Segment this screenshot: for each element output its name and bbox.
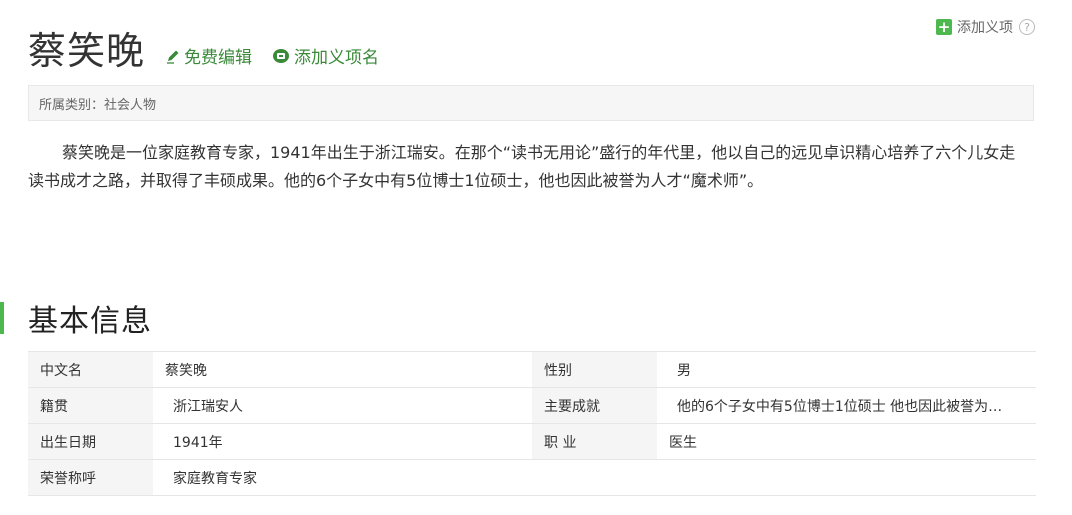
section-header: 基本信息 — [0, 298, 152, 339]
info-value: 男 — [677, 362, 691, 379]
section-title: 基本信息 — [28, 304, 152, 339]
category-bar: 所属类别： 社会人物 — [28, 85, 1034, 121]
pencil-icon — [167, 50, 179, 64]
summary-paragraph: 蔡笑晚是一位家庭教育专家，1941年出生于浙江瑞安。在那个“读书无用论”盛行的年… — [28, 143, 1016, 190]
add-name-icon — [273, 48, 290, 63]
category-link[interactable]: 社会人物 — [104, 94, 156, 113]
title-row: 蔡笑晚 免费编辑 添加义项名 — [28, 28, 379, 74]
info-cell: 中文名 蔡笑晚 — [28, 352, 532, 388]
add-name-label: 添加义项名 — [294, 48, 380, 68]
info-label: 主要成就 — [532, 388, 657, 423]
page-title: 蔡笑晚 — [28, 29, 146, 73]
info-cell: 荣誉称呼 家庭教育专家 — [28, 460, 532, 496]
info-value: 医生 — [669, 434, 697, 451]
plus-icon: + — [936, 18, 952, 36]
info-cell: 主要成就 他的6个子女中有5位博士1位硕士 他也因此被誉为… — [532, 388, 1036, 424]
info-value: 1941年 — [173, 434, 223, 451]
info-cell: 籍贯 浙江瑞安人 — [28, 388, 532, 424]
info-label: 出生日期 — [28, 424, 153, 459]
info-value: 他的6个子女中有5位博士1位硕士 他也因此被誉为… — [677, 398, 1003, 415]
info-cell-empty — [532, 460, 1036, 496]
help-icon[interactable]: ? — [1019, 19, 1035, 35]
edit-link[interactable]: 免费编辑 — [165, 43, 252, 68]
edit-link-label: 免费编辑 — [184, 48, 253, 68]
info-cell: 职 业 医生 — [532, 424, 1036, 460]
info-row: 出生日期 1941年 职 业 医生 — [28, 424, 1036, 460]
add-entry-button[interactable]: + 添加义项 ? — [936, 17, 1035, 37]
add-name-link[interactable]: 添加义项名 — [272, 43, 379, 68]
info-value: 家庭教育专家 — [173, 470, 257, 487]
info-value: 浙江瑞安人 — [173, 398, 243, 415]
info-value: 蔡笑晚 — [165, 362, 207, 379]
info-label: 职 业 — [532, 424, 657, 459]
category-label: 所属类别： — [39, 97, 105, 113]
info-label: 荣誉称呼 — [28, 460, 153, 495]
section-accent-bar — [0, 302, 4, 334]
info-label: 中文名 — [28, 352, 153, 387]
info-row: 荣誉称呼 家庭教育专家 — [28, 460, 1036, 496]
add-entry-label: 添加义项 — [957, 20, 1013, 36]
info-row: 籍贯 浙江瑞安人 主要成就 他的6个子女中有5位博士1位硕士 他也因此被誉为… — [28, 388, 1036, 424]
info-cell: 出生日期 1941年 — [28, 424, 532, 460]
info-label: 籍贯 — [28, 388, 153, 423]
info-row: 中文名 蔡笑晚 性别 男 — [28, 352, 1036, 388]
info-cell: 性别 男 — [532, 352, 1036, 388]
info-table: 中文名 蔡笑晚 性别 男 籍贯 浙江瑞安人 主要成就 他的6个子女中有5位博士1… — [28, 351, 1036, 496]
info-label: 性别 — [532, 352, 657, 387]
